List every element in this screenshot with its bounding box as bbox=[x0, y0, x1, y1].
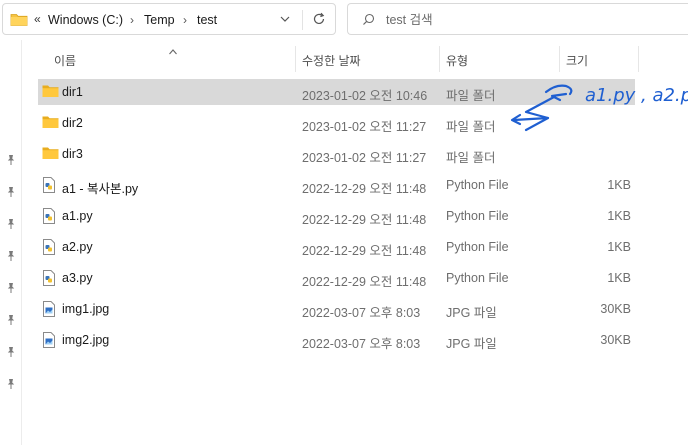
folder-icon bbox=[42, 146, 59, 163]
file-date: 2023-01-02 오전 11:27 bbox=[302, 120, 427, 134]
divider bbox=[302, 10, 303, 30]
folder-icon bbox=[42, 84, 59, 101]
column-divider[interactable] bbox=[439, 46, 440, 72]
file-size: 1KB bbox=[607, 209, 631, 223]
file-type: 파일 폴더 bbox=[446, 120, 496, 134]
list-item[interactable]: a2.py 2022-12-29 오전 11:48 Python File 1K… bbox=[38, 234, 688, 260]
jpg-file-icon bbox=[42, 301, 56, 320]
file-type: 파일 폴더 bbox=[446, 151, 496, 165]
file-date: 2022-12-29 오전 11:48 bbox=[302, 275, 427, 289]
column-header-type[interactable]: 유형 bbox=[446, 52, 468, 69]
address-bar[interactable]: « Windows (C:) › Temp › test bbox=[2, 3, 336, 35]
python-file-icon bbox=[42, 208, 56, 227]
file-name: img2.jpg bbox=[62, 333, 110, 347]
python-file-icon bbox=[42, 270, 56, 289]
pin-icon[interactable] bbox=[5, 186, 17, 201]
list-item[interactable]: a1 - 복사본.py 2022-12-29 오전 11:48 Python F… bbox=[38, 172, 688, 198]
toolbar: « Windows (C:) › Temp › test bbox=[0, 0, 688, 40]
file-size: 1KB bbox=[607, 240, 631, 254]
search-icon bbox=[362, 13, 375, 29]
breadcrumb-separator[interactable]: › bbox=[130, 13, 134, 27]
file-type: JPG 파일 bbox=[446, 337, 497, 351]
file-date: 2022-12-29 오전 11:48 bbox=[302, 182, 427, 196]
file-date: 2023-01-02 오전 10:46 bbox=[302, 89, 428, 103]
file-size: 30KB bbox=[600, 333, 631, 347]
file-size: 1KB bbox=[607, 271, 631, 285]
file-type: 파일 폴더 bbox=[446, 89, 496, 103]
breadcrumb-drive[interactable]: Windows (C:) bbox=[48, 13, 123, 27]
breadcrumb-test[interactable]: test bbox=[197, 13, 217, 27]
python-file-icon bbox=[42, 239, 56, 258]
folder-icon bbox=[10, 12, 28, 30]
file-date: 2022-03-07 오후 8:03 bbox=[302, 306, 421, 320]
chevron-down-icon[interactable] bbox=[279, 13, 291, 28]
navigation-pane bbox=[0, 40, 22, 445]
file-type: JPG 파일 bbox=[446, 306, 497, 320]
column-header-name[interactable]: 이름 bbox=[54, 52, 76, 69]
breadcrumb-temp[interactable]: Temp bbox=[144, 13, 175, 27]
file-type: Python File bbox=[446, 271, 509, 285]
file-size: 30KB bbox=[600, 302, 631, 316]
file-name: a2.py bbox=[62, 240, 93, 254]
pin-icon[interactable] bbox=[5, 314, 17, 329]
list-item[interactable]: img2.jpg 2022-03-07 오후 8:03 JPG 파일 30KB bbox=[38, 327, 688, 353]
python-file-icon bbox=[42, 177, 56, 196]
overflow-chevron-icon[interactable]: « bbox=[34, 12, 41, 26]
file-size: 1KB bbox=[607, 178, 631, 192]
file-type: Python File bbox=[446, 240, 509, 254]
column-headers: 이름 수정한 날짜 유형 크기 bbox=[22, 40, 688, 78]
file-date: 2022-12-29 오전 11:48 bbox=[302, 213, 427, 227]
file-date: 2023-01-02 오전 11:27 bbox=[302, 151, 427, 165]
file-date: 2022-03-07 오후 8:03 bbox=[302, 337, 421, 351]
folder-icon bbox=[42, 115, 59, 132]
file-name: a1.py bbox=[62, 209, 93, 223]
pin-icon[interactable] bbox=[5, 378, 17, 393]
list-item[interactable]: dir1 2023-01-02 오전 10:46 파일 폴더 bbox=[38, 79, 635, 105]
file-name: dir3 bbox=[62, 147, 83, 161]
list-item[interactable]: dir3 2023-01-02 오전 11:27 파일 폴더 bbox=[38, 141, 688, 167]
pin-icon[interactable] bbox=[5, 282, 17, 297]
refresh-icon[interactable] bbox=[312, 12, 326, 29]
pin-icon[interactable] bbox=[5, 218, 17, 233]
file-type: Python File bbox=[446, 178, 509, 192]
file-name: a3.py bbox=[62, 271, 93, 285]
pin-icon[interactable] bbox=[5, 346, 17, 361]
pin-icon[interactable] bbox=[5, 250, 17, 265]
file-name: a1 - 복사본.py bbox=[62, 182, 139, 196]
file-type: Python File bbox=[446, 209, 509, 223]
column-header-size[interactable]: 크기 bbox=[566, 52, 588, 69]
list-item[interactable]: a3.py 2022-12-29 오전 11:48 Python File 1K… bbox=[38, 265, 688, 291]
column-divider[interactable] bbox=[638, 46, 639, 72]
pin-icon[interactable] bbox=[5, 154, 17, 169]
sort-ascending-icon[interactable] bbox=[168, 44, 178, 58]
file-name: dir2 bbox=[62, 116, 83, 130]
jpg-file-icon bbox=[42, 332, 56, 351]
list-item[interactable]: dir2 2023-01-02 오전 11:27 파일 폴더 bbox=[38, 110, 688, 136]
search-input[interactable] bbox=[386, 11, 666, 29]
file-date: 2022-12-29 오전 11:48 bbox=[302, 244, 427, 258]
file-name: dir1 bbox=[62, 85, 83, 99]
breadcrumb-separator[interactable]: › bbox=[183, 13, 187, 27]
file-name: img1.jpg bbox=[62, 302, 110, 316]
list-item[interactable]: a1.py 2022-12-29 오전 11:48 Python File 1K… bbox=[38, 203, 688, 229]
list-item[interactable]: img1.jpg 2022-03-07 오후 8:03 JPG 파일 30KB bbox=[38, 296, 688, 322]
column-divider[interactable] bbox=[295, 46, 296, 72]
search-box[interactable] bbox=[347, 3, 688, 35]
column-header-date[interactable]: 수정한 날짜 bbox=[302, 52, 361, 69]
column-divider[interactable] bbox=[559, 46, 560, 72]
